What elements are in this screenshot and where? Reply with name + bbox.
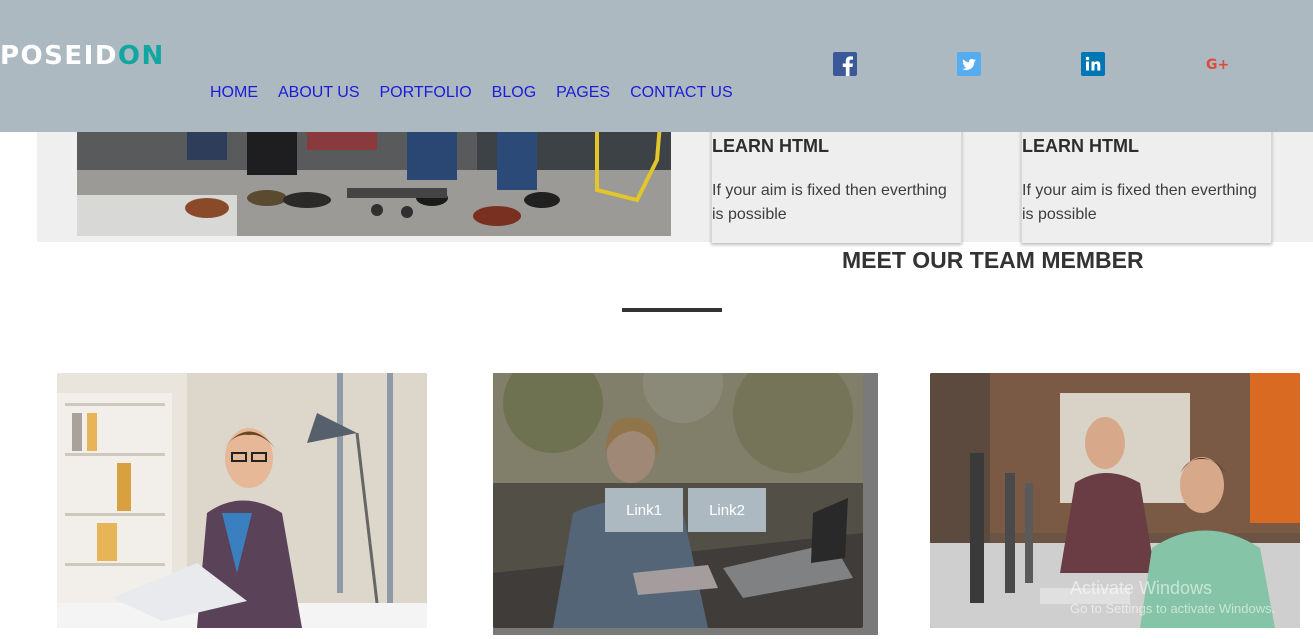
link1-button[interactable]: Link1: [605, 488, 683, 532]
nav-contact-us[interactable]: CONTACT US: [630, 84, 733, 102]
card-text: If your aim is fixed then everthing is p…: [1022, 182, 1257, 223]
google-plus-text: G+: [1206, 57, 1229, 73]
logo[interactable]: POSEIDON: [0, 41, 165, 71]
nav-home[interactable]: HOME: [210, 84, 258, 102]
team-section-title: MEET OUR TEAM MEMBER: [842, 247, 1144, 273]
nav-blog[interactable]: BLOG: [492, 84, 536, 102]
nav-pages[interactable]: PAGES: [556, 84, 610, 102]
team-member-card[interactable]: [930, 373, 1300, 628]
logo-accent: ON: [117, 41, 165, 71]
team-member-card[interactable]: [57, 373, 427, 628]
card-title: LEARN HTML: [1022, 136, 1139, 156]
twitter-icon[interactable]: [957, 52, 981, 76]
team-member-photo: [930, 373, 1300, 628]
card-title: LEARN HTML: [712, 136, 829, 156]
main-nav: HOME ABOUT US PORTFOLIO BLOG PAGES CONTA…: [210, 84, 733, 102]
team-member-card[interactable]: Link1 Link2: [493, 373, 863, 628]
team-member-photo: [57, 373, 427, 628]
logo-main: POSEID: [0, 41, 118, 71]
site-header: POSEIDON HOME ABOUT US PORTFOLIO BLOG PA…: [0, 0, 1313, 132]
card-text: If your aim is fixed then everthing is p…: [712, 182, 947, 223]
google-plus-icon[interactable]: G+: [1205, 52, 1229, 76]
nav-about-us[interactable]: ABOUT US: [278, 84, 360, 102]
facebook-icon[interactable]: [833, 52, 857, 76]
link2-button[interactable]: Link2: [688, 488, 766, 532]
nav-portfolio[interactable]: PORTFOLIO: [380, 84, 472, 102]
title-divider: [622, 308, 722, 312]
linkedin-icon[interactable]: [1081, 52, 1105, 76]
